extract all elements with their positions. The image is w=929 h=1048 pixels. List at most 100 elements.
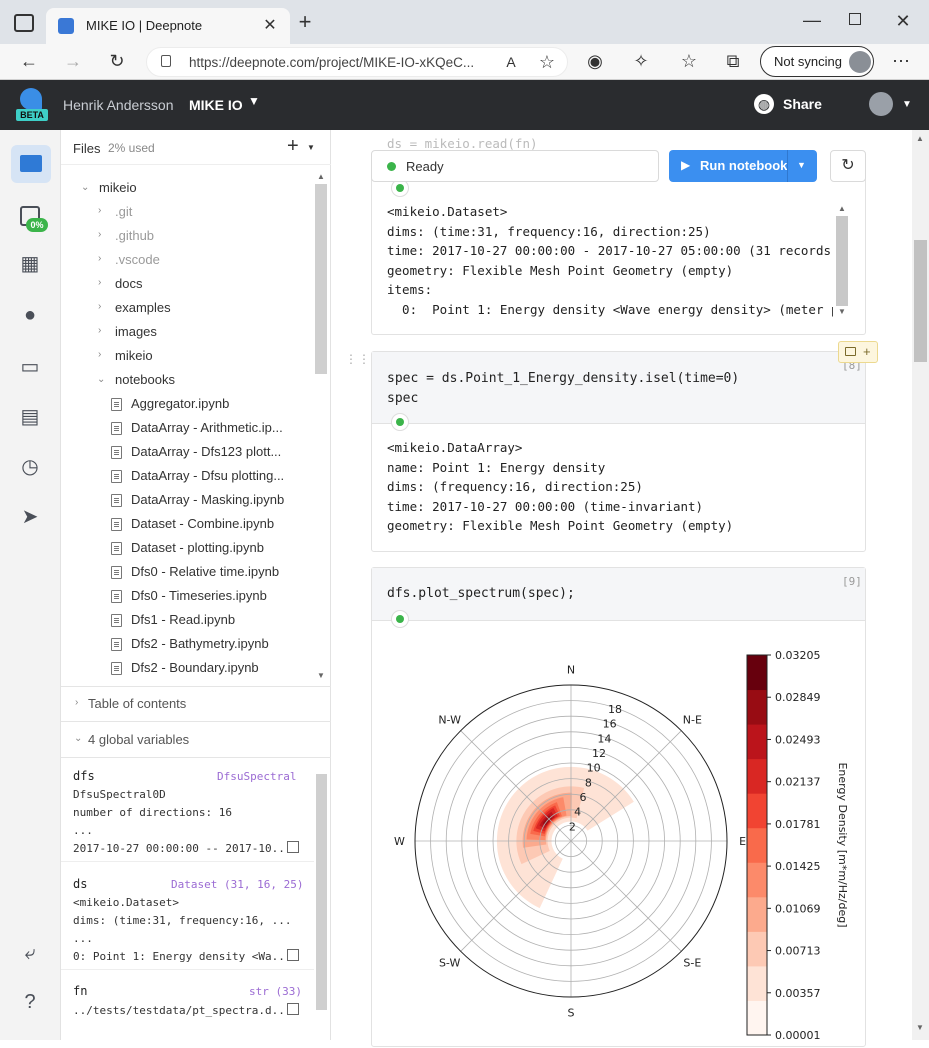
open-variable-icon[interactable] (287, 841, 299, 853)
browser-tab[interactable]: MIKE IO | Deepnote ✕ (46, 8, 290, 44)
open-variable-icon[interactable] (287, 1003, 299, 1015)
chevron-down-icon[interactable]: ⌄ (81, 182, 89, 193)
open-variable-icon[interactable] (287, 949, 299, 961)
variables-scrollbar[interactable] (316, 774, 327, 1010)
variable-type: str (33) (249, 985, 302, 998)
account-menu-chevron-icon[interactable]: ▼ (902, 99, 912, 110)
notebook-file[interactable]: Dataset - plotting.ipynb (131, 540, 264, 555)
share-button[interactable]: ◍ Share (752, 93, 824, 117)
code-editor[interactable]: spec = ds.Point_1_Energy_density.isel(ti… (372, 352, 865, 424)
notebook-file[interactable]: Dfs0 - Timeseries.ipynb (131, 588, 267, 603)
scroll-down-arrow-icon[interactable]: ▼ (838, 307, 846, 316)
run-options-chevron-icon[interactable]: ▼ (797, 160, 806, 170)
extension-icon[interactable]: ◉ (584, 51, 606, 71)
chevron-right-icon[interactable]: › (98, 277, 101, 288)
tree-folder[interactable]: docs (115, 276, 142, 291)
scroll-up-arrow-icon[interactable]: ▲ (317, 172, 325, 181)
add-file-chevron-icon[interactable]: ▼ (307, 143, 315, 152)
github-icon[interactable]: ● (18, 303, 42, 327)
tree-folder[interactable]: .github (115, 228, 154, 243)
collections-icon[interactable]: ⧉ (722, 51, 744, 71)
deepnote-logo[interactable]: BETA (16, 88, 48, 121)
add-file-button[interactable]: + (287, 135, 299, 158)
terminal-icon[interactable]: ▭ (18, 355, 42, 379)
code-editor[interactable]: dfs.plot_spectrum(spec); [9] (372, 568, 865, 621)
tree-root-folder[interactable]: mikeio (99, 180, 137, 195)
chevron-right-icon[interactable]: › (98, 325, 101, 336)
notebook-scrollbar[interactable] (914, 240, 927, 362)
tab-actions-icon[interactable] (14, 14, 34, 32)
notebook-file[interactable]: Dfs2 - Boundary.ipynb (131, 660, 259, 675)
global-variables-toggle[interactable]: 4 global variables (88, 732, 189, 747)
close-window-icon[interactable]: ✕ (893, 11, 913, 31)
new-tab-icon[interactable]: + (294, 11, 316, 33)
chevron-down-icon[interactable]: ⌄ (97, 374, 105, 385)
scroll-down-arrow-icon[interactable]: ▼ (317, 671, 325, 680)
scroll-down-arrow-icon[interactable]: ▼ (916, 1023, 924, 1032)
chevron-down-icon[interactable]: ⌄ (74, 733, 82, 744)
notebook-file[interactable]: DataArray - Masking.ipynb (131, 492, 284, 507)
notebook-file[interactable]: Dfs0 - Relative time.ipynb (131, 564, 279, 579)
publish-icon[interactable]: ➤ (18, 505, 42, 529)
project-menu-chevron-icon[interactable]: ▼ (248, 94, 260, 108)
notebook-file[interactable]: Dataset - Combine.ipynb (131, 516, 274, 531)
notebook-file[interactable]: DataArray - Dfsu plotting... (131, 468, 284, 483)
variable-item[interactable]: ds Dataset (31, 16, 25) <mikeio.Dataset>… (61, 866, 314, 970)
chevron-right-icon[interactable]: › (98, 301, 101, 312)
account-avatar[interactable] (869, 92, 893, 116)
notebook-file[interactable]: Aggregator.ipynb (131, 396, 229, 411)
kernel-status[interactable]: Ready (371, 150, 659, 182)
chevron-right-icon[interactable]: › (75, 697, 78, 708)
chevron-right-icon[interactable]: › (98, 349, 101, 360)
refresh-icon[interactable]: ↻ (106, 51, 128, 71)
drag-handle-icon[interactable]: ⋮⋮ (345, 352, 371, 366)
help-icon[interactable]: ? (18, 990, 42, 1014)
import-icon[interactable]: ⤶ (18, 941, 42, 965)
notebook-file[interactable]: DataArray - Dfs123 plott... (131, 444, 281, 459)
sync-status-button[interactable]: Not syncing (760, 46, 874, 77)
read-aloud-icon[interactable]: A (501, 52, 521, 72)
add-comment-button[interactable]: + (838, 341, 878, 363)
favorites-icon[interactable]: ☆ (678, 51, 700, 71)
run-notebook-button[interactable]: ▶ Run notebook ▼ (669, 150, 817, 182)
variable-item[interactable]: dfs DfsuSpectral DfsuSpectral0D number o… (61, 758, 314, 862)
more-menu-icon[interactable]: ⋯ (890, 51, 912, 71)
favorite-add-icon[interactable]: ☆ (537, 52, 557, 72)
code-cell-plot[interactable]: dfs.plot_spectrum(spec); [9] 2 4 6 8 10 12 14 1… (371, 567, 866, 1047)
history-icon[interactable]: ◷ (18, 455, 42, 479)
tree-folder[interactable]: images (115, 324, 157, 339)
notebook-file[interactable]: DataArray - Arithmetic.ip... (131, 420, 283, 435)
variable-item[interactable]: fn str (33) ../tests/testdata/pt_spectra… (61, 974, 314, 1040)
output-scrollbar[interactable] (836, 216, 848, 306)
scroll-up-arrow-icon[interactable]: ▲ (838, 204, 846, 213)
table-of-contents-toggle[interactable]: Table of contents (88, 696, 186, 711)
code-cell-spec[interactable]: spec = ds.Point_1_Energy_density.isel(ti… (371, 351, 866, 552)
machine-rail-button[interactable]: 0% (18, 204, 48, 234)
files-rail-button[interactable] (11, 145, 51, 183)
close-tab-icon[interactable]: ✕ (260, 16, 280, 36)
minimize-icon[interactable]: — (802, 10, 822, 30)
chevron-right-icon[interactable]: › (98, 205, 101, 216)
maximize-icon[interactable] (849, 13, 861, 25)
restart-button[interactable]: ↻ (830, 150, 866, 182)
apps-grid-icon[interactable]: ▦ (18, 252, 42, 276)
url-field[interactable]: https://deepnote.com/project/MIKE-IO-xKQ… (146, 47, 568, 77)
puzzle-icon[interactable]: ✧ (630, 51, 652, 71)
user-name[interactable]: Henrik Andersson (63, 97, 174, 113)
notebook-file[interactable]: Dfs2 - Bathymetry.ipynb (131, 636, 269, 651)
notebook-file[interactable]: Dfs1 - Read.ipynb (131, 612, 235, 627)
tree-folder[interactable]: .git (115, 204, 132, 219)
back-icon[interactable]: ← (18, 51, 40, 71)
project-name[interactable]: MIKE IO (189, 97, 243, 113)
tree-folder[interactable]: .vscode (115, 252, 160, 267)
chevron-right-icon[interactable]: › (98, 229, 101, 240)
comments-icon[interactable]: ▤ (18, 405, 42, 429)
forward-icon[interactable]: → (62, 51, 84, 71)
tree-folder[interactable]: notebooks (115, 372, 175, 387)
scroll-up-arrow-icon[interactable]: ▲ (916, 134, 924, 143)
file-tree-scrollbar[interactable] (315, 184, 327, 374)
radial-tick-label: 10 (587, 762, 601, 775)
tree-folder[interactable]: examples (115, 300, 171, 315)
tree-folder[interactable]: mikeio (115, 348, 153, 363)
chevron-right-icon[interactable]: › (98, 253, 101, 264)
